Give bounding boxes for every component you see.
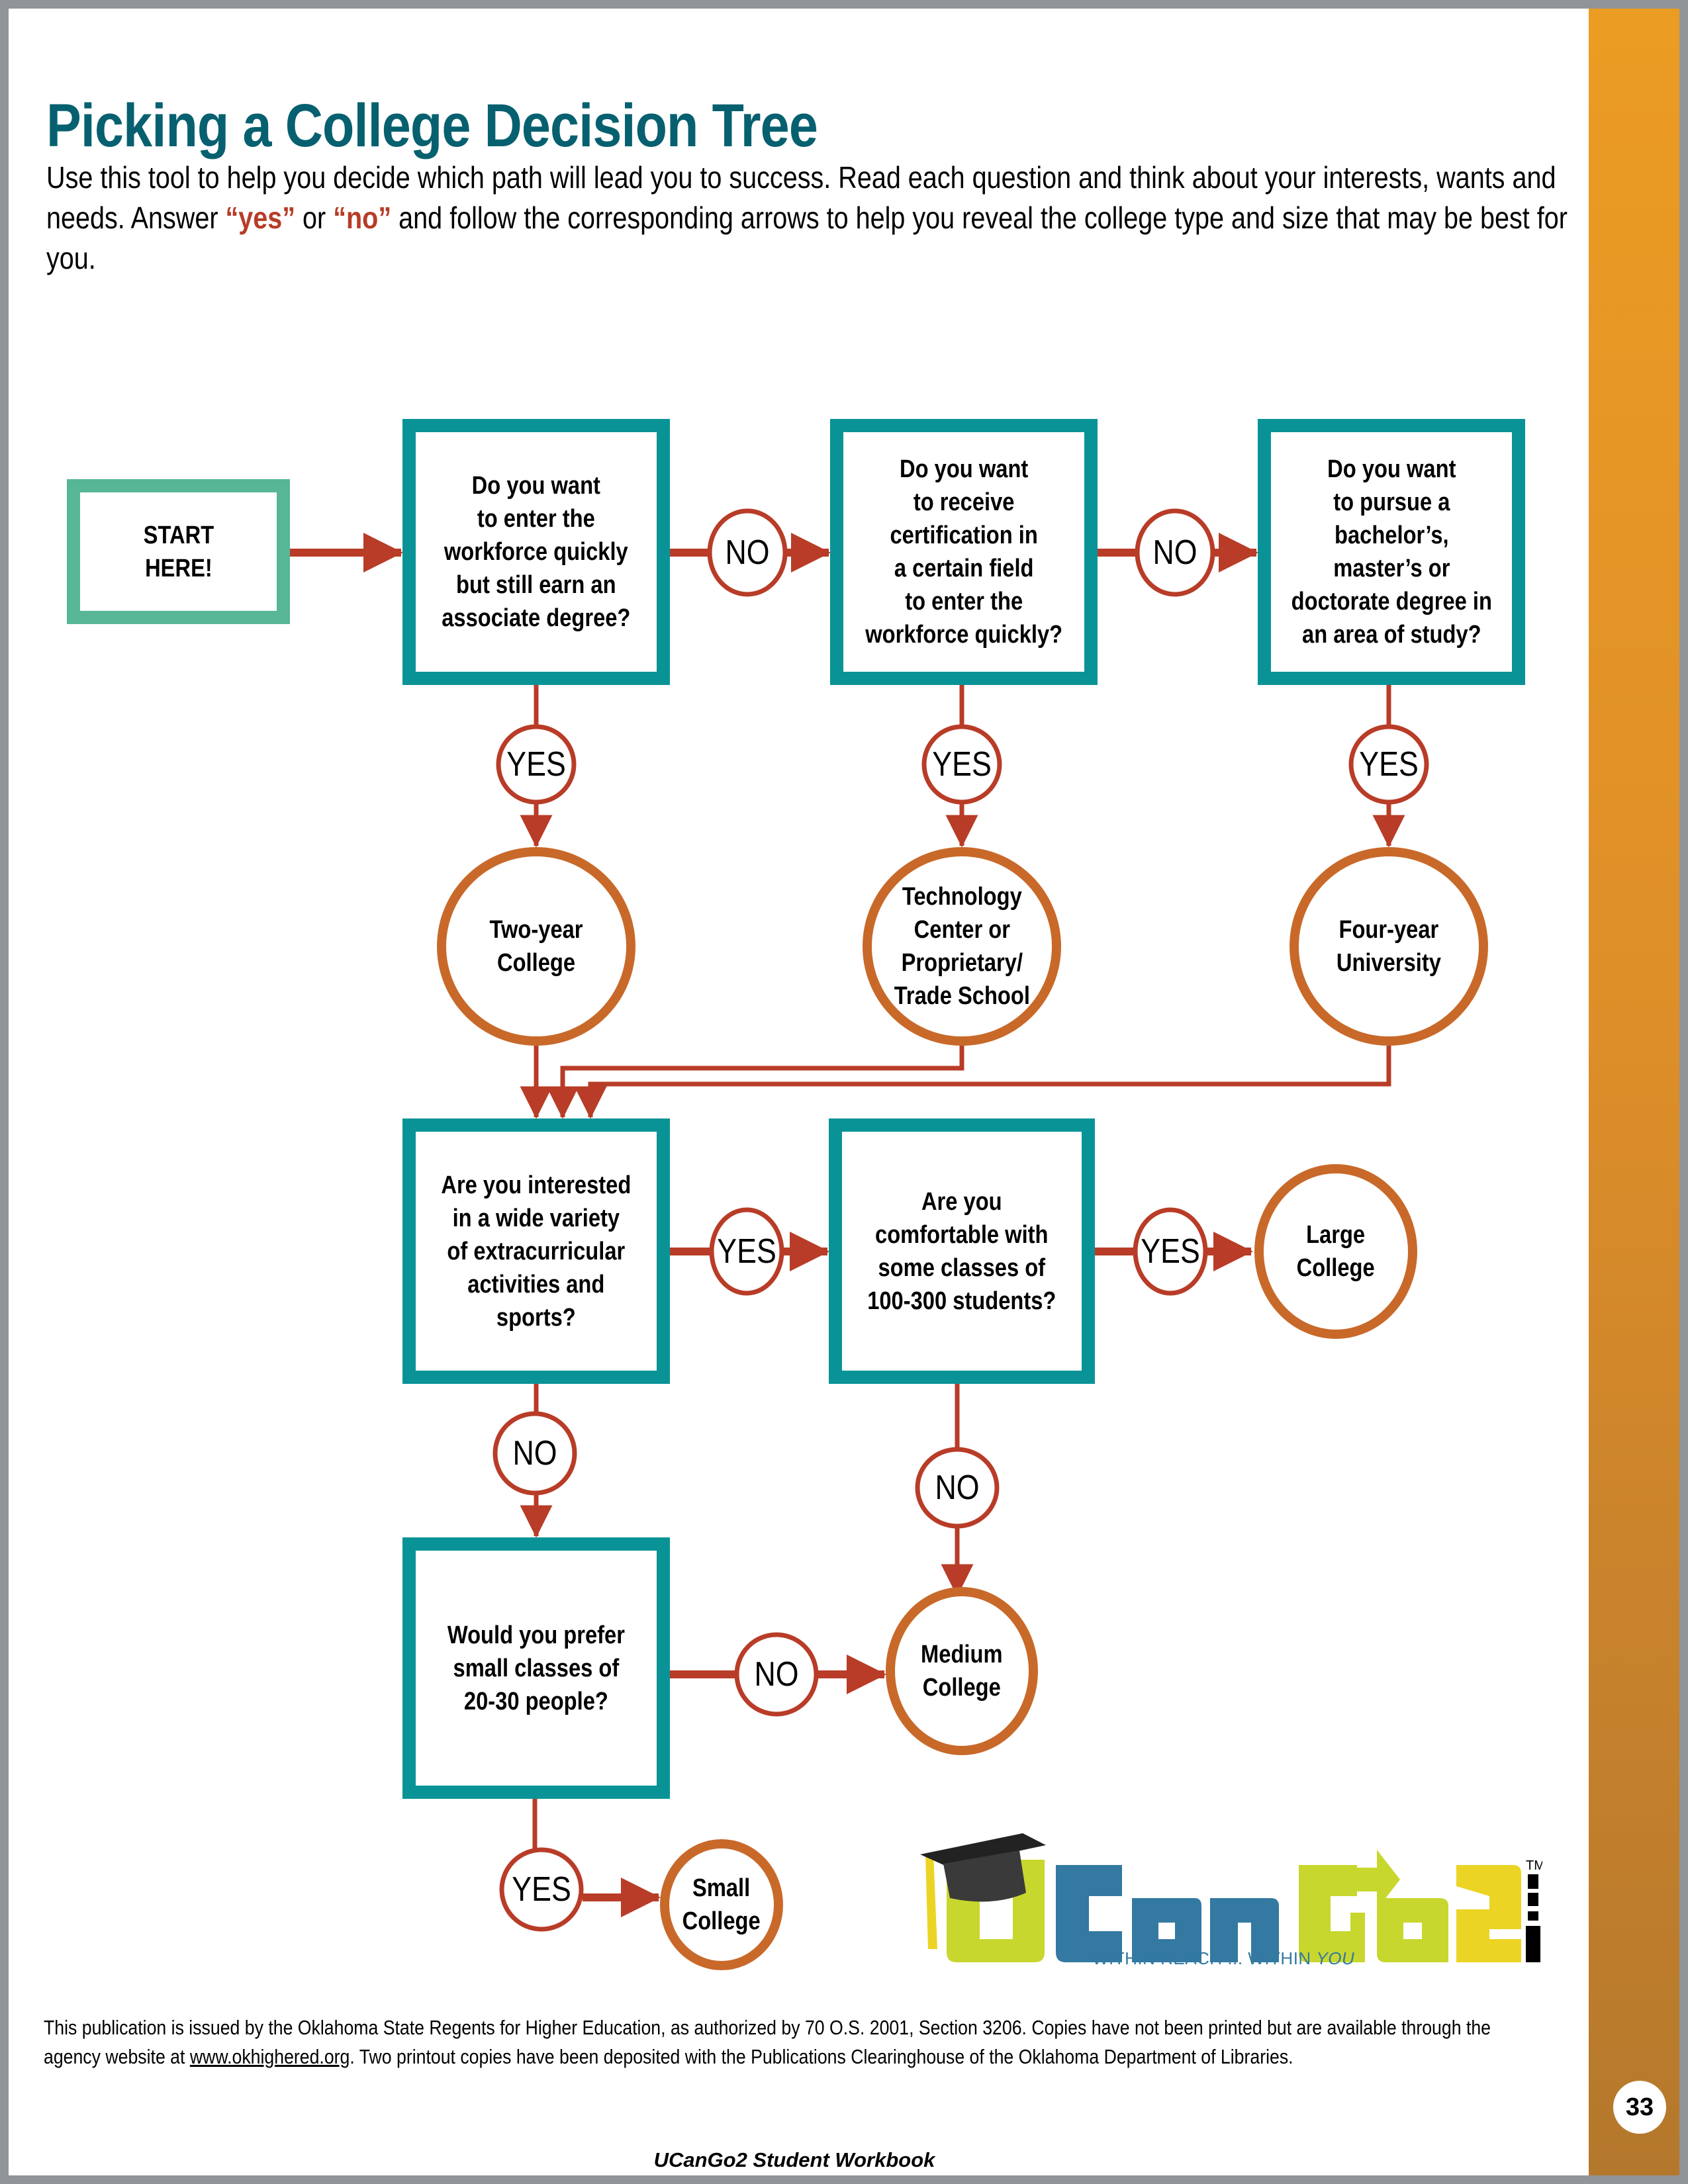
arrow-tech-q4 bbox=[546, 1046, 964, 1119]
logo-number-2 bbox=[1456, 1865, 1521, 1962]
footer-workbook-title: UCanGo2 Student Workbook bbox=[653, 2148, 935, 2171]
outcome-tech-center: Technology Center or Proprietary/ Trade … bbox=[894, 883, 1030, 1010]
disclaimer: This publication is issued by the Oklaho… bbox=[44, 2016, 1491, 2068]
tassel bbox=[925, 1853, 937, 1949]
answer-yes-2: YES bbox=[932, 745, 992, 784]
answer-no-5: NO bbox=[935, 1469, 980, 1507]
outcome-medium: Medium College bbox=[921, 1641, 1003, 1702]
answer-no-1: NO bbox=[725, 533, 770, 572]
outcome-fouryear: Four-year University bbox=[1336, 916, 1442, 977]
question-4: Are you interested in a wide variety of … bbox=[441, 1171, 632, 1332]
answer-no-2: NO bbox=[1152, 533, 1197, 572]
logo-tm: TM bbox=[1526, 1858, 1542, 1873]
question-1: Do you want to enter the workforce quick… bbox=[442, 472, 631, 632]
question-2: Do you want to receive certification in … bbox=[865, 455, 1062, 649]
outcome-twoyear: Two-year College bbox=[489, 916, 583, 977]
okhighered-link[interactable]: www.okhighered.org bbox=[190, 2045, 350, 2068]
logo-letter-o bbox=[1377, 1898, 1448, 1962]
outcome-small: Small College bbox=[682, 1874, 761, 1935]
start-label: START HERE! bbox=[143, 521, 214, 582]
answer-no-6: NO bbox=[754, 1655, 799, 1694]
question-5: Are you comfortable with some classes of… bbox=[867, 1187, 1056, 1315]
question-3: Do you want to pursue a bachelor’s, mast… bbox=[1291, 455, 1492, 649]
answer-yes-6: YES bbox=[512, 1870, 571, 1909]
answer-yes-4: YES bbox=[717, 1232, 776, 1271]
answer-yes-3: YES bbox=[1359, 745, 1419, 784]
logo-org bbox=[1526, 1874, 1540, 1962]
outcome-large: Large College bbox=[1296, 1221, 1376, 1282]
arrow-fouryear-q4 bbox=[574, 1046, 1391, 1119]
answer-yes-1: YES bbox=[506, 745, 566, 784]
logo-letter-c bbox=[1056, 1865, 1122, 1962]
answer-no-4: NO bbox=[512, 1434, 557, 1473]
logo-tagline: WITHIN REACH ... WITHIN YOU bbox=[1092, 1948, 1355, 1968]
answer-yes-5: YES bbox=[1141, 1232, 1200, 1271]
question-6: Would you prefer small classes of 20-30 … bbox=[447, 1621, 626, 1715]
